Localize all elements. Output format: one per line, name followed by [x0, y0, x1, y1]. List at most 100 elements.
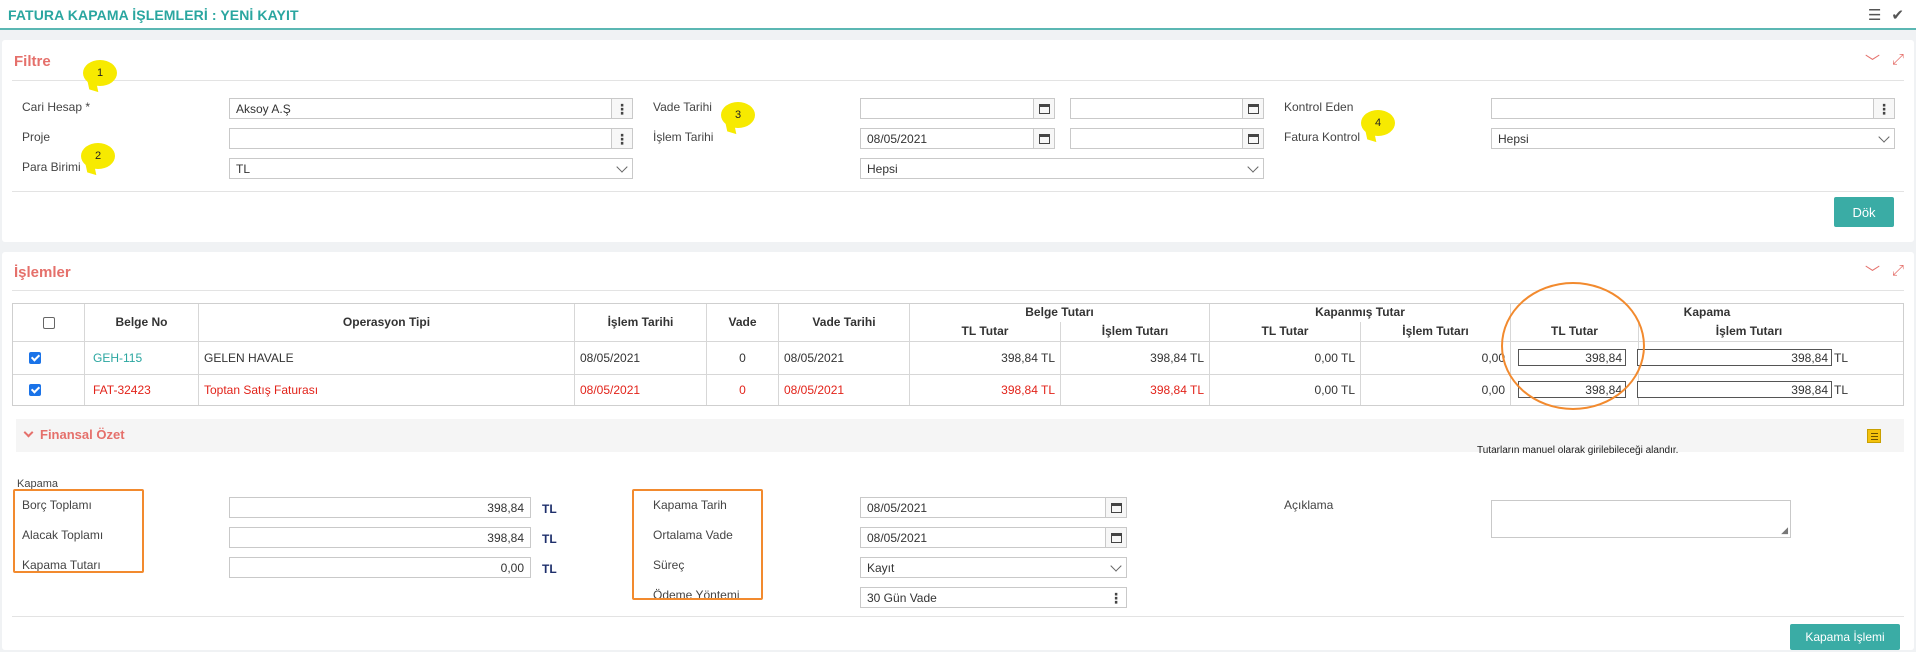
- kapanmis-tl-tutar-cell: 0,00 TL: [1314, 351, 1355, 365]
- col-belge-tl-tutar[interactable]: TL Tutar: [910, 324, 1060, 338]
- kapama-tutari-currency: TL: [542, 562, 557, 576]
- finansal-ozet-title: Finansal Özet: [40, 427, 125, 442]
- manual-entry-note: Tutarların manuel olarak girilebileceği …: [1477, 445, 1679, 456]
- row-checkbox[interactable]: [29, 384, 41, 396]
- odeme-yontemi-menu-button[interactable]: ⋮: [1105, 588, 1126, 607]
- select-all-checkbox[interactable]: [43, 317, 55, 329]
- belge-islem-tutari-cell: 398,84 TL: [1150, 351, 1204, 365]
- ortalama-vade-input[interactable]: 08/05/2021: [860, 527, 1127, 548]
- borc-toplami-input[interactable]: 398,84: [229, 497, 531, 518]
- islem-tarihi-start-input[interactable]: 08/05/2021: [860, 128, 1055, 149]
- ortalama-vade-calendar-button[interactable]: [1105, 528, 1126, 547]
- col-operasyon-tipi[interactable]: Operasyon Tipi: [199, 315, 574, 329]
- highlight-totals: [13, 489, 144, 573]
- aciklama-textarea[interactable]: ◢: [1491, 500, 1791, 538]
- vade-tarihi-start-calendar-button[interactable]: [1033, 99, 1054, 118]
- divider: [12, 290, 1904, 291]
- kapama-islem-tutari-input[interactable]: 398,84: [1637, 381, 1832, 398]
- para-birimi-select[interactable]: TL: [229, 158, 633, 179]
- page-title: FATURA KAPAMA İŞLEMLERİ : YENİ KAYIT: [8, 7, 299, 23]
- kontrol-eden-input[interactable]: ⋮: [1491, 98, 1895, 119]
- islemler-panel: İşlemler ﹀ ⤢ Belge No Operasyon Tipi İşl…: [2, 252, 1914, 650]
- vade-tarihi-end-calendar-button[interactable]: [1242, 99, 1263, 118]
- cari-hesap-menu-button[interactable]: ⋮: [611, 99, 632, 118]
- col-vade-tarihi[interactable]: Vade Tarihi: [779, 315, 909, 329]
- islem-tarihi-start-calendar-button[interactable]: [1033, 129, 1054, 148]
- kapama-tutari-input[interactable]: 0,00: [229, 557, 531, 578]
- col-vade[interactable]: Vade: [707, 315, 778, 329]
- collapse-chevron-icon[interactable]: ﹀: [1865, 51, 1880, 72]
- callout-4: 4: [1361, 110, 1395, 136]
- ortalama-vade-value: 08/05/2021: [867, 531, 928, 545]
- calendar-icon: [1247, 133, 1259, 144]
- callout-1: 1: [83, 60, 117, 86]
- kapama-tarih-input[interactable]: 08/05/2021: [860, 497, 1127, 518]
- surec-select[interactable]: Kayıt: [860, 557, 1127, 578]
- calendar-icon: [1038, 103, 1050, 114]
- vade-tarihi-label: Vade Tarihi: [653, 100, 712, 114]
- calendar-icon: [1038, 133, 1050, 144]
- proje-input[interactable]: ⋮: [229, 128, 633, 149]
- cari-hesap-input[interactable]: Aksoy A.Ş ⋮: [229, 98, 633, 119]
- chevron-down-icon: [23, 427, 34, 438]
- odeme-yontemi-input[interactable]: 30 Gün Vade ⋮: [860, 587, 1127, 608]
- islem-tarihi-end-input[interactable]: [1070, 128, 1264, 149]
- resize-handle-icon[interactable]: ◢: [1781, 525, 1788, 536]
- fatura-kontrol-select[interactable]: Hepsi: [1491, 128, 1895, 149]
- divider: [12, 616, 1904, 617]
- belge-no-link[interactable]: FAT-32423: [88, 383, 198, 397]
- kebab-icon: ⋮: [1877, 100, 1891, 117]
- cari-hesap-label: Cari Hesap *: [22, 100, 91, 114]
- callout-3: 3: [721, 102, 755, 128]
- operasyon-tipi-cell: Toptan Satış Faturası: [204, 383, 319, 397]
- kebab-icon: ⋮: [615, 130, 629, 147]
- list-icon[interactable]: ☰: [1868, 6, 1881, 24]
- filter-panel-title: Filtre: [14, 53, 51, 70]
- vade-cell: 0: [739, 383, 746, 397]
- kapama-islemi-button[interactable]: Kapama İşlemi: [1790, 624, 1900, 650]
- proje-menu-button[interactable]: ⋮: [611, 129, 632, 148]
- islem-tarihi-cell: 08/05/2021: [580, 351, 641, 365]
- islemler-panel-tools: ﹀ ⤢: [1865, 262, 1904, 283]
- alacak-toplami-input[interactable]: 398,84: [229, 527, 531, 548]
- belge-islem-tutari-cell: 398,84 TL: [1150, 383, 1204, 397]
- vade-tarihi-start-input[interactable]: [860, 98, 1055, 119]
- row-checkbox[interactable]: [29, 352, 41, 364]
- highlight-closing-fields: [632, 489, 763, 600]
- expand-icon[interactable]: ⤢: [1892, 51, 1904, 72]
- kontrol-eden-menu-button[interactable]: ⋮: [1873, 99, 1894, 118]
- col-kapanmis-islem-tutari[interactable]: İşlem Tutarı: [1361, 324, 1510, 338]
- vade-tarihi-end-input[interactable]: [1070, 98, 1264, 119]
- para-birimi-label: Para Birimi: [22, 160, 81, 174]
- vade-tarihi-cell: 08/05/2021: [784, 351, 845, 365]
- check-icon[interactable]: ✔: [1891, 6, 1904, 24]
- currency-label: TL: [1834, 351, 1849, 365]
- vade-tarihi-cell: 08/05/2021: [784, 383, 845, 397]
- belge-tl-tutar-cell: 398,84 TL: [1001, 383, 1055, 397]
- col-belge-islem-tutari[interactable]: İşlem Tutarı: [1061, 324, 1209, 338]
- calendar-icon: [1247, 103, 1259, 114]
- chevron-down-icon: [1247, 161, 1259, 173]
- expand-icon[interactable]: ⤢: [1892, 262, 1904, 283]
- col-belge-tutari: Belge Tutarı: [1025, 305, 1094, 319]
- divider: [12, 80, 1904, 81]
- kapama-tarih-calendar-button[interactable]: [1105, 498, 1126, 517]
- col-kapanmis-tl-tutar[interactable]: TL Tutar: [1210, 324, 1360, 338]
- notes-icon[interactable]: [1867, 429, 1881, 443]
- col-belge-no[interactable]: Belge No: [85, 315, 198, 329]
- status-select[interactable]: Hepsi: [860, 158, 1264, 179]
- chevron-down-icon: [1110, 560, 1122, 572]
- col-islem-tarihi[interactable]: İşlem Tarihi: [575, 315, 706, 329]
- col-kapama-islem-tutari[interactable]: İşlem Tutarı: [1639, 324, 1859, 338]
- islem-tarihi-end-calendar-button[interactable]: [1242, 129, 1263, 148]
- collapse-chevron-icon[interactable]: ﹀: [1865, 262, 1880, 283]
- vade-cell: 0: [739, 351, 746, 365]
- calendar-icon: [1110, 502, 1122, 513]
- kapama-islem-tutari-input[interactable]: 398,84: [1637, 349, 1832, 366]
- kebab-icon: ⋮: [1109, 589, 1123, 606]
- dok-button[interactable]: Dök: [1834, 197, 1894, 227]
- borc-toplami-currency: TL: [542, 502, 557, 516]
- belge-no-link[interactable]: GEH-115: [88, 351, 198, 365]
- chevron-down-icon: [616, 161, 628, 173]
- kapanmis-tl-tutar-cell: 0,00 TL: [1314, 383, 1355, 397]
